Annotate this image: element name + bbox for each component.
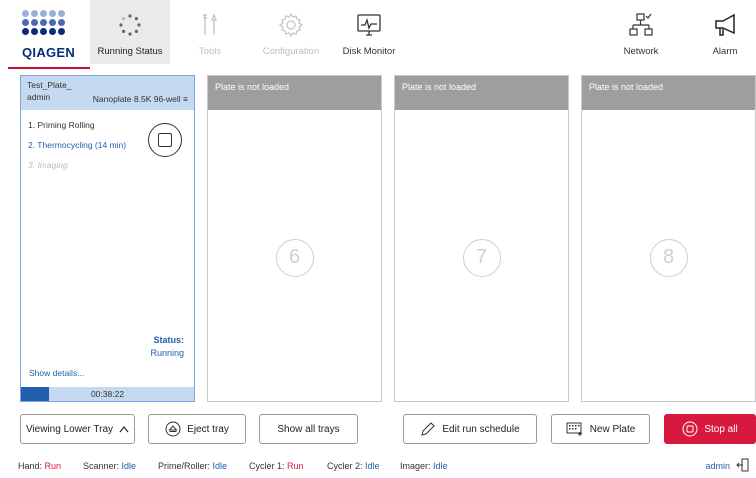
- disk-monitor-icon: [357, 14, 381, 36]
- top-navigation-bar: QIAGEN Running Status Tools Configuratio…: [0, 0, 756, 69]
- plate-header: Test_Plate_ admin Nanoplate 8.5K 96-well…: [21, 76, 194, 110]
- logout-icon[interactable]: [736, 458, 750, 472]
- plate-slot-header: Plate is not loaded: [582, 76, 755, 110]
- plate-slot-7[interactable]: Plate is not loaded 7: [394, 75, 569, 402]
- eject-tray-button[interactable]: Eject tray: [148, 414, 246, 444]
- eject-icon: [165, 421, 181, 437]
- network-icon: [629, 13, 653, 36]
- edit-run-schedule-button[interactable]: Edit run schedule: [403, 414, 537, 444]
- plate-slot-header: Plate is not loaded: [395, 76, 568, 110]
- status-cycler-1: Cycler 1: Run: [249, 461, 304, 471]
- stop-plate-button[interactable]: [148, 123, 182, 157]
- nav-alarm[interactable]: Alarm: [700, 0, 750, 64]
- plate-type-label: Nanoplate 8.5K 96-well: [92, 94, 181, 104]
- stop-all-button[interactable]: Stop all: [664, 414, 756, 444]
- hamburger-icon[interactable]: ≡: [183, 94, 188, 104]
- viewing-tray-toggle[interactable]: Viewing Lower Tray: [20, 414, 135, 444]
- running-status-icon: [119, 14, 141, 36]
- status-cycler-2: Cycler 2: Idle: [327, 461, 380, 471]
- plate-name: Test_Plate_: [27, 80, 72, 90]
- plate-slot-header: Plate is not loaded: [208, 76, 381, 110]
- run-progress-bar: 00:38:22: [21, 387, 194, 401]
- status-value: Running: [150, 348, 184, 358]
- plate-slot-6[interactable]: Plate is not loaded 6: [207, 75, 382, 402]
- viewing-tray-label: Viewing Lower Tray: [25, 423, 114, 435]
- elapsed-time: 00:38:22: [90, 389, 125, 399]
- nav-label-network: Network: [623, 46, 659, 57]
- logo-dot-grid: [22, 10, 70, 35]
- stop-icon: [158, 133, 172, 147]
- nav-label-tools: Tools: [198, 46, 222, 57]
- status-prime-roller: Prime/Roller: Idle: [158, 461, 228, 471]
- status-scanner: Scanner: Idle: [83, 461, 137, 471]
- status-label: Status:: [153, 335, 184, 345]
- nav-label-configuration: Configuration: [262, 46, 320, 57]
- logo-wordmark: QIAGEN: [22, 45, 76, 60]
- slot-number-badge: 8: [649, 239, 688, 277]
- show-all-trays-label: Show all trays: [277, 423, 340, 435]
- slot-number-badge: 7: [462, 239, 501, 277]
- chevron-up-icon: [119, 425, 129, 433]
- slot-number-badge: 6: [275, 239, 314, 277]
- pencil-icon: [421, 422, 436, 436]
- nav-label-disk-monitor: Disk Monitor: [342, 46, 396, 57]
- plate-slot-8[interactable]: Plate is not loaded 8: [581, 75, 756, 402]
- new-plate-icon: [566, 422, 582, 436]
- nav-running-status[interactable]: Running Status: [90, 0, 170, 64]
- stop-all-icon: [682, 421, 698, 437]
- new-plate-button[interactable]: New Plate: [551, 414, 650, 444]
- status-hand: Hand: Run: [18, 461, 62, 471]
- logo-underline: [8, 67, 90, 69]
- current-user[interactable]: admin: [705, 461, 730, 471]
- configuration-gear-icon: [278, 12, 304, 38]
- nav-tools[interactable]: Tools: [185, 0, 235, 64]
- active-plate-card[interactable]: Test_Plate_ admin Nanoplate 8.5K 96-well…: [20, 75, 195, 402]
- nav-label-alarm: Alarm: [712, 46, 738, 57]
- nav-network[interactable]: Network: [616, 0, 666, 64]
- new-plate-label: New Plate: [589, 423, 636, 435]
- show-details-link[interactable]: Show details...: [29, 368, 84, 378]
- tools-icon: [203, 13, 218, 35]
- nav-label-running-status: Running Status: [97, 46, 163, 57]
- status-imager: Imager: Idle: [400, 461, 448, 471]
- device-status-bar: Hand: Run Scanner: Idle Prime/Roller: Id…: [0, 455, 756, 478]
- alarm-megaphone-icon: [715, 13, 735, 36]
- nav-disk-monitor[interactable]: Disk Monitor: [336, 0, 402, 64]
- eject-tray-label: Eject tray: [187, 423, 229, 435]
- show-all-trays-button[interactable]: Show all trays: [259, 414, 358, 444]
- step-imaging: 3. Imaging: [28, 160, 68, 170]
- stop-all-label: Stop all: [704, 423, 738, 435]
- nav-configuration[interactable]: Configuration: [253, 0, 329, 64]
- qiagen-logo: QIAGEN: [8, 10, 90, 69]
- edit-run-schedule-label: Edit run schedule: [442, 423, 520, 435]
- plate-type: Nanoplate 8.5K 96-well ≡: [93, 94, 188, 104]
